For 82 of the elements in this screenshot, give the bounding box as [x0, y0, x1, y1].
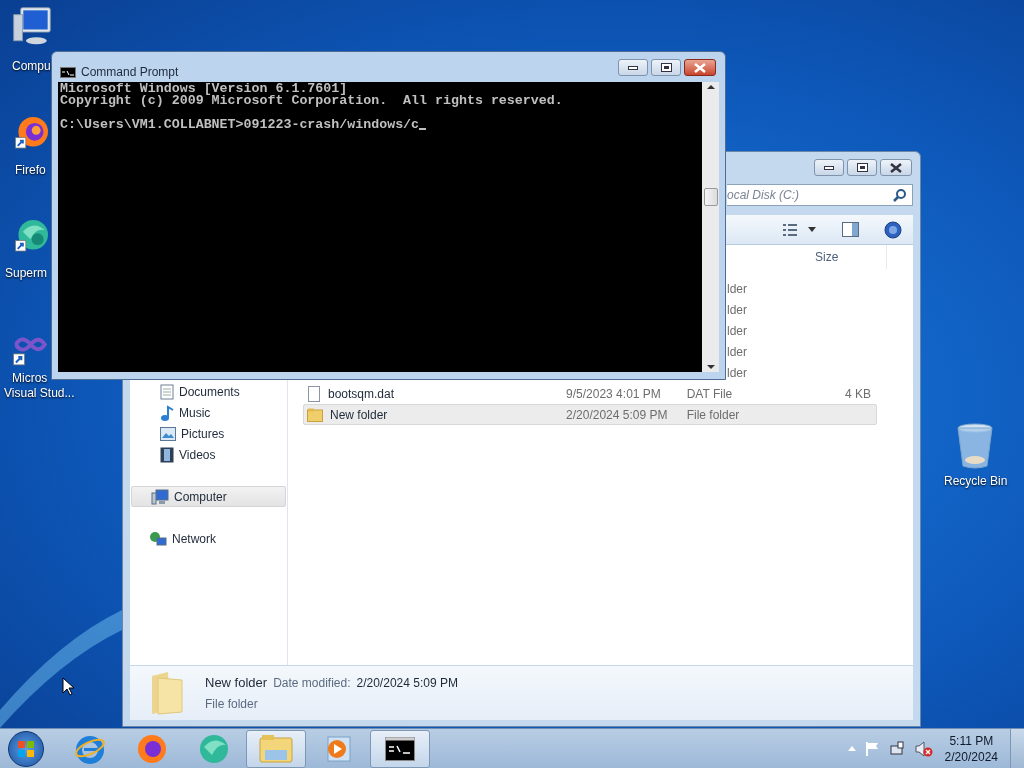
restore-icon: [660, 63, 672, 72]
icon-label: Recycle Bin: [944, 474, 1008, 489]
taskbar-button[interactable]: [370, 729, 430, 768]
icon-label: Firefo: [15, 163, 46, 178]
type-cell: DAT File: [686, 386, 733, 401]
sphere-icon: [198, 732, 230, 765]
film-icon: [160, 446, 174, 463]
terminal-icon: [60, 66, 76, 78]
recycle-bin-icon: [955, 422, 995, 470]
type-cell-text: lder: [727, 364, 747, 382]
music-note-icon: [160, 404, 174, 421]
firefox-icon: [14, 114, 48, 151]
file-name: New folder: [330, 406, 388, 424]
file-row[interactable]: bootsqm.dat 9/5/2023 4:01 PM DAT File 4 KB: [303, 383, 877, 404]
nav-item[interactable]: Network: [130, 528, 287, 549]
scroll-down-icon[interactable]: [706, 365, 715, 369]
dropdown-arrow-icon[interactable]: [808, 227, 816, 232]
type-cell-text: lder: [727, 280, 747, 298]
text-cursor: [419, 128, 427, 130]
terminal-icon: [385, 736, 415, 761]
close-icon: [890, 162, 902, 173]
firefox-icon: [136, 732, 168, 765]
maximize-button[interactable]: [847, 159, 877, 176]
icon-label: Visual Stud...: [4, 386, 75, 401]
console-line: C:\Users\VM1.COLLABNET>091223-crash/windows/c: [60, 119, 420, 131]
details-type: File folder: [205, 695, 259, 713]
computer-icon: [151, 488, 169, 505]
file-icon: [307, 385, 321, 402]
minimize-button[interactable]: [618, 59, 648, 76]
size-cell: 4 KB: [845, 386, 871, 401]
folder-icon: [307, 407, 323, 422]
maximize-button[interactable]: [651, 59, 681, 76]
address-field[interactable]: ocal Disk (C:): [727, 184, 913, 206]
minimize-icon: [628, 65, 638, 70]
close-button[interactable]: [880, 159, 912, 176]
date-cell: 9/5/2023 4:01 PM: [566, 386, 661, 401]
computer-icon: [12, 6, 52, 46]
details-label: Date modified:: [273, 675, 351, 693]
date-cell: 2/20/2024 5:09 PM: [566, 407, 668, 422]
details-name: New folder: [205, 674, 268, 693]
scroll-up-icon[interactable]: [706, 85, 715, 89]
nav-item[interactable]: Documents: [130, 381, 287, 402]
nav-item[interactable]: Music: [130, 402, 287, 423]
network-icon: [149, 530, 167, 547]
preview-pane-icon[interactable]: [842, 222, 859, 237]
nav-item[interactable]: Computer: [131, 486, 286, 507]
search-icon: [893, 188, 906, 202]
network-icon[interactable]: [889, 740, 906, 757]
details-value: 2/20/2024 5:09 PM: [356, 675, 458, 693]
clock-date[interactable]: 2/20/2024: [944, 748, 998, 765]
type-cell-text: lder: [727, 301, 747, 319]
nav-item[interactable]: Pictures: [130, 423, 287, 444]
console-line: Microsoft Windows [Version 6.1.7601]: [60, 83, 348, 95]
type-cell-text: lder: [727, 343, 747, 361]
view-list-icon[interactable]: [782, 222, 798, 237]
muted-speaker-icon[interactable]: [914, 740, 933, 757]
icon-label: Superm: [5, 266, 48, 281]
icon-label: Compu: [12, 59, 51, 74]
sphere-icon: [14, 217, 48, 254]
picture-icon: [160, 426, 176, 441]
minimize-icon: [824, 165, 834, 170]
type-cell-text: lder: [727, 322, 747, 340]
scrollbar[interactable]: [702, 82, 719, 372]
clock-time[interactable]: 5:11 PM: [949, 732, 994, 749]
scroll-thumb[interactable]: [703, 188, 718, 206]
document-icon: [160, 383, 174, 400]
nav-item[interactable]: Videos: [130, 444, 287, 465]
start-button[interactable]: [8, 730, 44, 767]
windows-logo-icon: [17, 739, 35, 758]
type-cell: File folder: [686, 407, 740, 422]
window-title: Command Prompt: [81, 64, 179, 81]
console-line: Copyright (c) 2009 Microsoft Corporation. All rights reserved.: [60, 95, 564, 107]
folder-icon: [259, 733, 293, 764]
close-icon: [694, 62, 706, 73]
icon-label: Micros: [12, 371, 48, 386]
close-button[interactable]: [684, 59, 716, 76]
minimize-button[interactable]: [814, 159, 844, 176]
restore-icon: [856, 163, 868, 172]
file-row[interactable]: New folder 2/20/2024 5:09 PM File folder: [303, 404, 877, 425]
file-name: bootsqm.dat: [328, 385, 395, 403]
cursor-icon: [62, 677, 74, 696]
column-header[interactable]: Size: [807, 245, 887, 269]
